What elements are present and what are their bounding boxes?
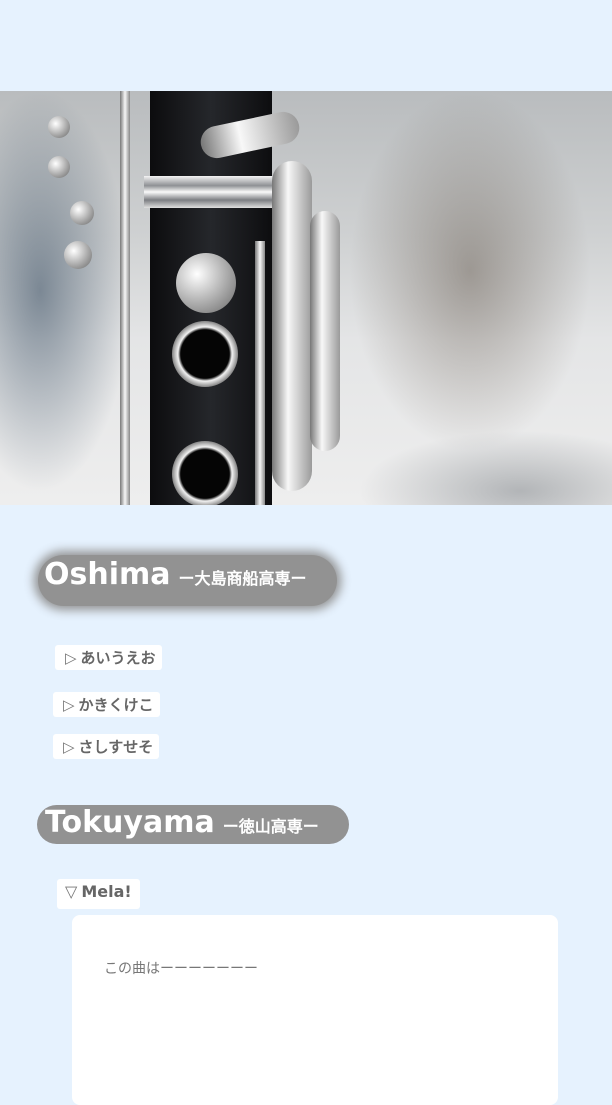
section-header-tokuyama: Tokuyama ー徳山高専ー	[37, 805, 349, 844]
clarinet-ring	[144, 176, 278, 208]
section-subtitle: ー大島商船高専ー	[178, 569, 307, 588]
section-subtitle: ー徳山高専ー	[222, 817, 319, 836]
triangle-right-icon: ▷	[63, 696, 75, 714]
tone-hole	[172, 321, 238, 387]
key-button	[70, 201, 94, 225]
clarinet-photo	[0, 91, 612, 505]
key-cup	[176, 253, 236, 313]
list-item-label: かきくけこ	[78, 696, 154, 714]
triangle-right-icon: ▷	[65, 649, 77, 667]
section-header-oshima: Oshima ー大島商船高専ー	[38, 555, 337, 606]
triangle-right-icon: ▷	[63, 738, 75, 756]
key-lever	[310, 211, 340, 451]
key-button	[48, 116, 70, 138]
list-item[interactable]: ▷ かきくけこ	[53, 692, 160, 717]
tone-hole	[172, 441, 238, 505]
list-item[interactable]: ▷ あいうえお	[55, 645, 162, 670]
list-item-label: あいうえお	[80, 649, 156, 667]
key-button	[64, 241, 92, 269]
song-description-card: この曲はーーーーーーー	[72, 915, 558, 1105]
key-rod	[120, 91, 130, 505]
song-description: この曲はーーーーーーー	[104, 961, 258, 977]
list-item-label: Mela!	[81, 882, 132, 901]
section-title: Tokuyama	[45, 805, 215, 840]
list-item-expanded[interactable]: ▽ Mela!	[57, 879, 140, 909]
key-rod	[255, 241, 265, 505]
key-button	[48, 156, 70, 178]
section-title: Oshima	[44, 557, 171, 592]
list-item[interactable]: ▷ さしすせそ	[53, 734, 160, 759]
key-lever	[272, 161, 312, 491]
triangle-down-icon: ▽	[65, 882, 78, 901]
list-item-label: さしすせそ	[78, 738, 154, 756]
